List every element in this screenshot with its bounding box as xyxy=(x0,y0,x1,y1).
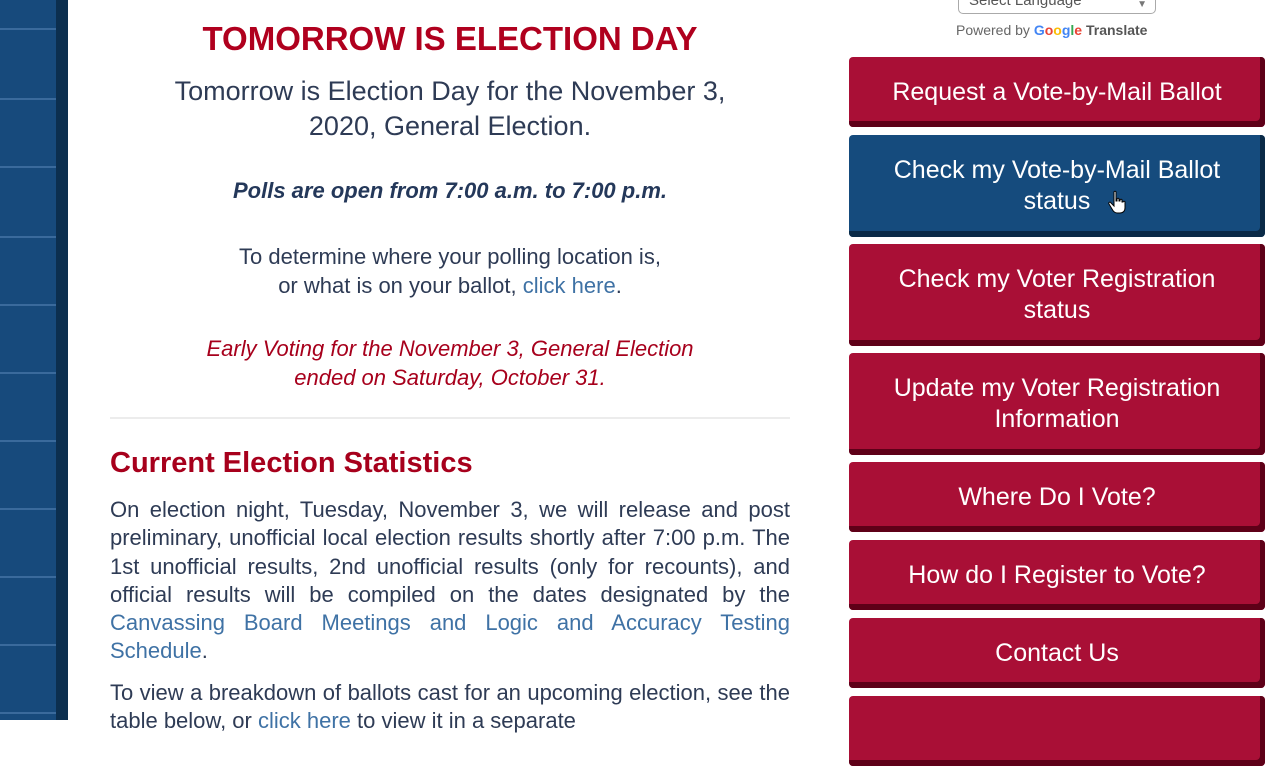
how-to-register-button[interactable]: How do I Register to Vote? xyxy=(849,540,1265,610)
rail-divider xyxy=(0,28,56,30)
sidebar-button-partial[interactable] xyxy=(849,696,1265,766)
check-ballot-status-button[interactable]: Check my Vote-by-Mail Ballot status xyxy=(849,135,1265,237)
polls-hours: Polls are open from 7:00 a.m. to 7:00 p.… xyxy=(232,178,668,203)
punctuation: . xyxy=(201,638,208,664)
breakdown-text: to view it in a separate xyxy=(350,708,576,734)
polling-text: or what is on your ballot, xyxy=(278,273,523,298)
early-line: ended on Saturday, October 31. xyxy=(294,365,606,390)
google-letter: e xyxy=(1074,22,1083,38)
request-vote-by-mail-button[interactable]: Request a Vote-by-Mail Ballot xyxy=(849,57,1265,127)
notice-line: 2020, General Election. xyxy=(308,111,592,141)
page-title: TOMORROW IS ELECTION DAY xyxy=(202,20,698,57)
update-registration-button[interactable]: Update my Voter Registration Information xyxy=(849,353,1265,455)
google-logo: Google xyxy=(1034,22,1082,38)
election-day-notice: Tomorrow is Election Day for the Novembe… xyxy=(110,74,790,144)
powered-by-google-translate: Powered by Google Translate xyxy=(956,22,1147,38)
section-heading: Current Election Statistics xyxy=(110,447,473,479)
rail-divider xyxy=(0,440,56,442)
translate-text: Translate xyxy=(1085,22,1148,38)
where-do-i-vote-button[interactable]: Where Do I Vote? xyxy=(849,462,1265,532)
rail-edge xyxy=(56,0,68,720)
early-voting-notice: Early Voting for the November 3, General… xyxy=(110,334,790,392)
early-line: Early Voting for the November 3, General… xyxy=(206,336,694,361)
punctuation: . xyxy=(615,273,622,298)
left-nav-rail xyxy=(0,0,56,720)
stats-paragraph: On election night, Tuesday, November 3, … xyxy=(110,496,790,666)
rail-divider xyxy=(0,236,56,238)
google-letter: o xyxy=(1044,22,1054,38)
check-registration-button[interactable]: Check my Voter Registration status xyxy=(849,244,1265,346)
rail-divider xyxy=(0,576,56,578)
section-divider xyxy=(110,417,790,419)
language-select-value: Select Language xyxy=(969,0,1082,9)
rail-divider xyxy=(0,304,56,306)
contact-us-button[interactable]: Contact Us xyxy=(849,618,1265,688)
rail-divider xyxy=(0,98,56,100)
polling-location-text: To determine where your polling location… xyxy=(110,242,790,300)
rail-divider xyxy=(0,372,56,374)
rail-divider xyxy=(0,712,56,714)
stats-text: On election night, Tuesday, November 3, … xyxy=(110,497,790,607)
hand-pointer-icon xyxy=(1108,190,1126,214)
rail-divider xyxy=(0,644,56,646)
powered-by-text: Powered by xyxy=(956,22,1030,38)
chevron-down-icon: ▼ xyxy=(1137,0,1147,10)
breakdown-link[interactable]: click here xyxy=(258,708,351,733)
language-select[interactable]: Select Language ▼ xyxy=(958,0,1156,14)
polling-location-link[interactable]: click here xyxy=(523,273,616,298)
breakdown-paragraph: To view a breakdown of ballots cast for … xyxy=(110,679,790,736)
rail-divider xyxy=(0,508,56,510)
canvassing-schedule-link[interactable]: Canvassing Board Meetings and Logic and … xyxy=(110,610,790,663)
google-letter: o xyxy=(1053,22,1062,38)
google-letter: G xyxy=(1033,22,1045,38)
polling-line: To determine where your polling location… xyxy=(239,244,661,269)
notice-line: Tomorrow is Election Day for the Novembe… xyxy=(174,76,726,106)
rail-divider xyxy=(0,166,56,168)
polling-line: or what is on your ballot, click here. xyxy=(110,271,790,300)
